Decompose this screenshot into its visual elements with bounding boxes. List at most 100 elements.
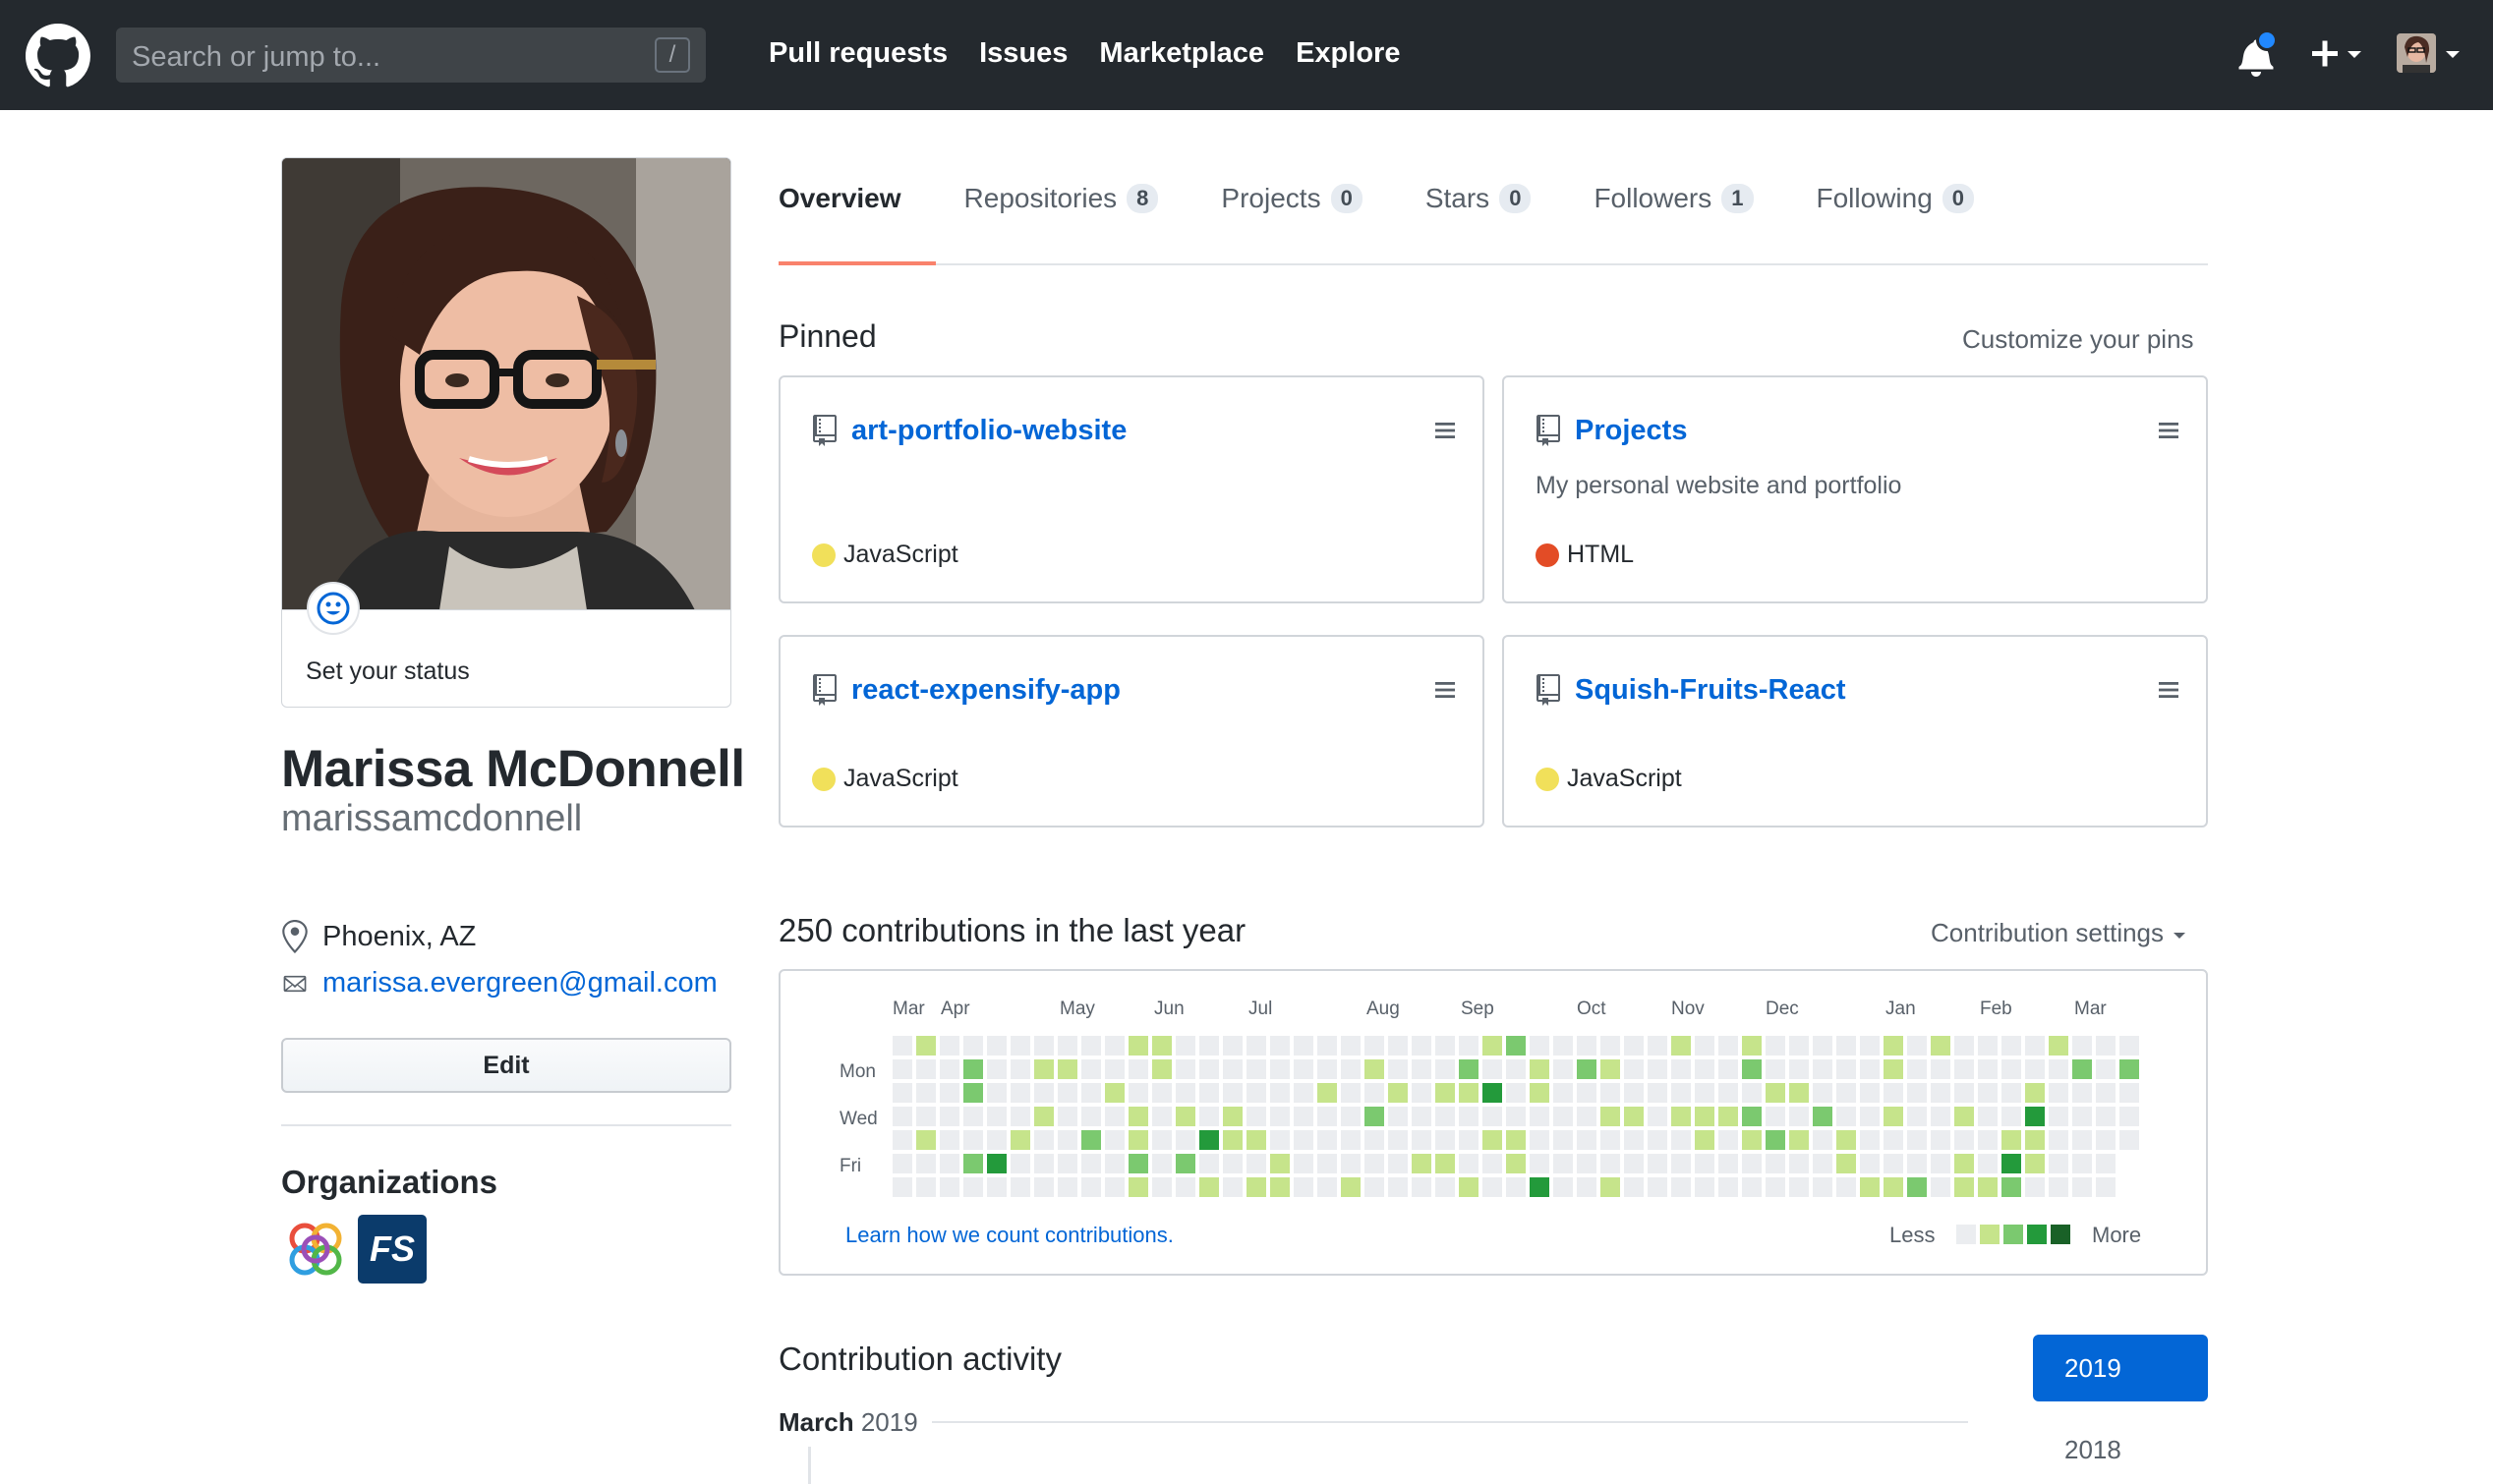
contribution-day-cell[interactable] [1624,1107,1644,1126]
contribution-day-cell[interactable] [1459,1083,1478,1103]
contribution-day-cell[interactable] [2072,1107,2092,1126]
nav-explore[interactable]: Explore [1296,37,1400,70]
email-link[interactable]: marissa.evergreen@gmail.com [322,967,718,999]
contribution-day-cell[interactable] [1600,1059,1620,1079]
contribution-day-cell[interactable] [1105,1083,1125,1103]
contribution-day-cell[interactable] [987,1177,1007,1197]
contribution-day-cell[interactable] [1789,1177,1809,1197]
contribution-day-cell[interactable] [1789,1154,1809,1173]
contribution-day-cell[interactable] [1105,1036,1125,1056]
contribution-day-cell[interactable] [1011,1107,1030,1126]
contribution-day-cell[interactable] [1506,1154,1526,1173]
contribution-day-cell[interactable] [1907,1059,1927,1079]
contribution-day-cell[interactable] [1317,1036,1337,1056]
contribution-day-cell[interactable] [1931,1130,1950,1150]
contribution-day-cell[interactable] [1718,1154,1738,1173]
contribution-day-cell[interactable] [1978,1107,1998,1126]
contribution-day-cell[interactable] [2049,1107,2068,1126]
contribution-day-cell[interactable] [2072,1083,2092,1103]
contribution-day-cell[interactable] [2025,1154,2045,1173]
contribution-day-cell[interactable] [2072,1177,2092,1197]
contribution-day-cell[interactable] [1600,1107,1620,1126]
contribution-day-cell[interactable] [1246,1154,1266,1173]
contribution-day-cell[interactable] [1341,1130,1361,1150]
contribution-day-cell[interactable] [1482,1130,1502,1150]
contribution-day-cell[interactable] [2025,1083,2045,1103]
contribution-day-cell[interactable] [1860,1036,1880,1056]
contribution-day-cell[interactable] [1789,1083,1809,1103]
contribution-day-cell[interactable] [1978,1177,1998,1197]
customize-pins-link[interactable]: Customize your pins [1962,324,2194,355]
contribution-day-cell[interactable] [1954,1083,1974,1103]
contribution-day-cell[interactable] [1459,1177,1478,1197]
contribution-day-cell[interactable] [2001,1177,2021,1197]
tab-projects[interactable]: Projects 0 [1221,183,1362,214]
create-new-dropdown[interactable] [2308,33,2367,77]
contribution-day-cell[interactable] [1978,1059,1998,1079]
contribution-day-cell[interactable] [1412,1177,1431,1197]
contribution-day-cell[interactable] [1246,1130,1266,1150]
contribution-day-cell[interactable] [893,1130,912,1150]
contribution-day-cell[interactable] [1388,1130,1408,1150]
contribution-day-cell[interactable] [1907,1154,1927,1173]
contribution-day-cell[interactable] [1129,1154,1148,1173]
contribution-day-cell[interactable] [1813,1107,1832,1126]
contribution-day-cell[interactable] [1459,1130,1478,1150]
contribution-day-cell[interactable] [1152,1177,1172,1197]
contribution-day-cell[interactable] [940,1177,959,1197]
contribution-day-cell[interactable] [1789,1107,1809,1126]
search-input[interactable]: Search or jump to... / [116,28,706,83]
contribution-day-cell[interactable] [1553,1036,1573,1056]
contribution-day-cell[interactable] [1129,1036,1148,1056]
contribution-day-cell[interactable] [1766,1083,1785,1103]
contribution-day-cell[interactable] [987,1130,1007,1150]
contribution-day-cell[interactable] [1624,1154,1644,1173]
contribution-day-cell[interactable] [1317,1177,1337,1197]
contribution-day-cell[interactable] [1199,1036,1219,1056]
contribution-day-cell[interactable] [1553,1107,1573,1126]
contribution-day-cell[interactable] [1954,1177,1974,1197]
contribution-day-cell[interactable] [1223,1154,1243,1173]
contribution-day-cell[interactable] [1954,1107,1974,1126]
contribution-day-cell[interactable] [1482,1107,1502,1126]
contribution-day-cell[interactable] [1176,1036,1195,1056]
contribution-day-cell[interactable] [1294,1130,1313,1150]
nav-pull-requests[interactable]: Pull requests [769,37,948,70]
contribution-day-cell[interactable] [963,1130,983,1150]
contribution-day-cell[interactable] [2001,1036,2021,1056]
contribution-day-cell[interactable] [1223,1107,1243,1126]
contribution-day-cell[interactable] [2025,1059,2045,1079]
contribution-day-cell[interactable] [1978,1083,1998,1103]
contribution-day-cell[interactable] [1223,1083,1243,1103]
contribution-day-cell[interactable] [1530,1107,1549,1126]
contribution-day-cell[interactable] [963,1036,983,1056]
contribution-day-cell[interactable] [893,1177,912,1197]
contribution-day-cell[interactable] [916,1130,936,1150]
contribution-day-cell[interactable] [1860,1130,1880,1150]
contribution-day-cell[interactable] [1199,1177,1219,1197]
contribution-day-cell[interactable] [916,1036,936,1056]
contribution-day-cell[interactable] [1600,1130,1620,1150]
contribution-day-cell[interactable] [1294,1083,1313,1103]
contribution-day-cell[interactable] [1766,1107,1785,1126]
contribution-day-cell[interactable] [1695,1083,1714,1103]
contribution-day-cell[interactable] [2119,1107,2139,1126]
contribution-day-cell[interactable] [1695,1107,1714,1126]
repo-name-link[interactable]: art-portfolio-website [851,415,1127,447]
nav-marketplace[interactable]: Marketplace [1099,37,1264,70]
contribution-day-cell[interactable] [1482,1059,1502,1079]
contribution-day-cell[interactable] [1058,1083,1077,1103]
contribution-day-cell[interactable] [1931,1036,1950,1056]
contribution-day-cell[interactable] [1034,1036,1054,1056]
repo-name-link[interactable]: Projects [1575,415,1687,447]
contribution-day-cell[interactable] [2119,1059,2139,1079]
contribution-day-cell[interactable] [1836,1130,1856,1150]
contribution-day-cell[interactable] [1648,1036,1667,1056]
contribution-day-cell[interactable] [1011,1130,1030,1150]
contribution-day-cell[interactable] [916,1107,936,1126]
contribution-day-cell[interactable] [1530,1154,1549,1173]
contribution-day-cell[interactable] [1718,1177,1738,1197]
contribution-day-cell[interactable] [1624,1083,1644,1103]
contribution-day-cell[interactable] [2119,1083,2139,1103]
contribution-day-cell[interactable] [2096,1177,2116,1197]
